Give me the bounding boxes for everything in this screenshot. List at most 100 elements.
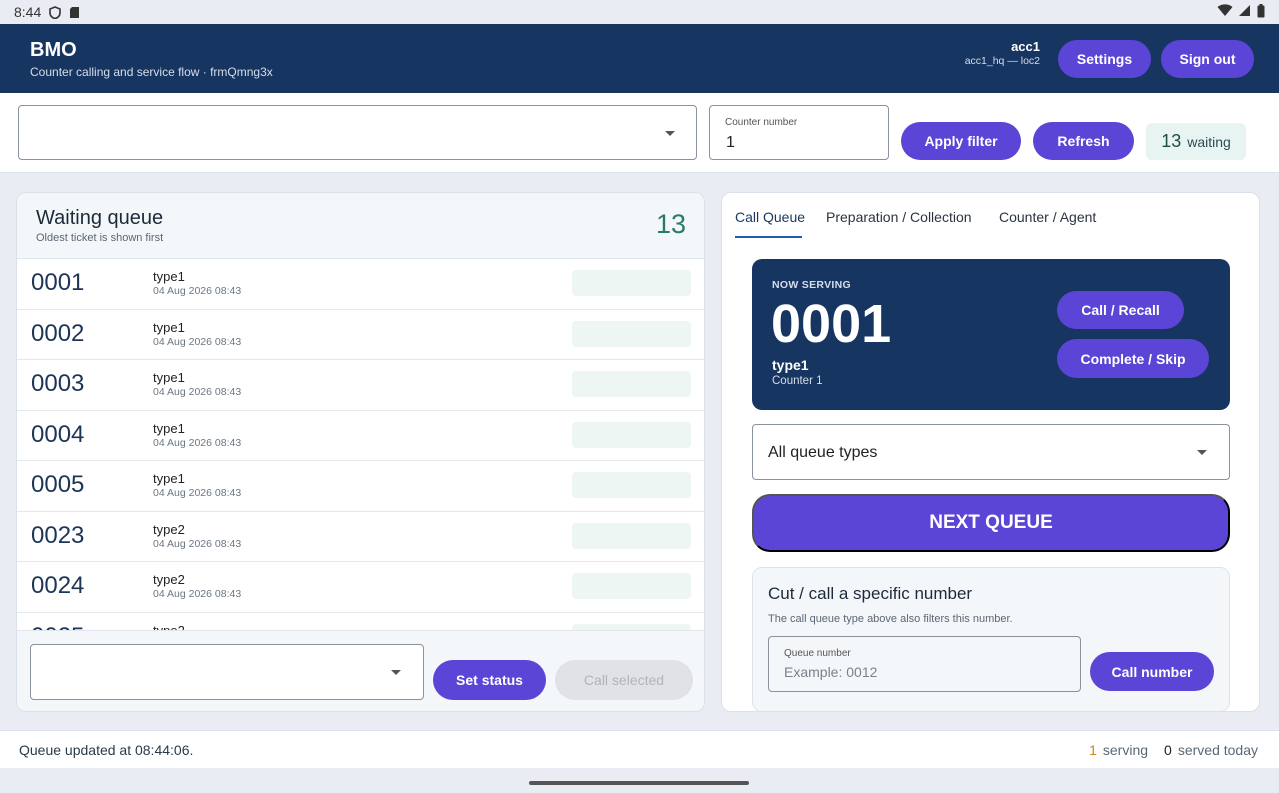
counter-number-label: Counter number [725, 117, 798, 128]
queue-row-date: 04 Aug 2026 08:43 [153, 285, 242, 297]
queue-row[interactable]: 0003 type1 04 Aug 2026 08:43 [17, 360, 704, 411]
battery-icon [1257, 3, 1265, 21]
queue-row-number: 0023 [31, 521, 85, 549]
sign-out-button[interactable]: Sign out [1161, 40, 1254, 78]
queue-row-number: 0002 [31, 319, 85, 347]
queue-row-date: 04 Aug 2026 08:43 [153, 436, 242, 449]
now-serving-number: 0001 [771, 294, 892, 354]
now-serving-type: type1 [772, 357, 809, 373]
queue-row[interactable]: 0024 type2 04 Aug 2026 08:43 [17, 562, 704, 613]
queue-row[interactable]: 0005 type1 04 Aug 2026 08:43 [17, 461, 704, 512]
queue-row[interactable]: 0002 type1 04 Aug 2026 08:43 [17, 310, 704, 360]
serving-count: 1 [1089, 742, 1097, 758]
queue-row-type: type1 [153, 420, 185, 436]
call-recall-button[interactable]: Call / Recall [1057, 291, 1184, 329]
status-select[interactable] [30, 644, 424, 700]
tab-call-queue[interactable]: Call Queue [735, 209, 805, 225]
queue-number-input[interactable] [784, 664, 1064, 680]
set-status-button[interactable]: Set status [433, 660, 546, 700]
queue-row-status-chip [572, 270, 691, 296]
queue-row-number: 0004 [31, 420, 85, 448]
tab-preparation-collection[interactable]: Preparation / Collection [826, 209, 972, 225]
queue-number-field[interactable]: Queue number [768, 636, 1081, 692]
filter-bar: Counter number 1 Apply filter Refresh 13… [0, 93, 1279, 173]
chevron-down-icon [1197, 450, 1207, 455]
waiting-count: 13 [1161, 131, 1182, 151]
clock: 8:44 [14, 4, 42, 20]
location-select[interactable] [18, 105, 697, 160]
queue-row-number: 0025 [31, 623, 84, 631]
app-header: BMO Counter calling and service flow · f… [0, 24, 1279, 93]
queue-row[interactable]: 0023 type2 04 Aug 2026 08:43 [17, 512, 704, 562]
queue-row-status-chip [572, 320, 691, 347]
queue-row-type: type2 [153, 521, 185, 537]
counter-number-field[interactable]: Counter number 1 [709, 105, 889, 160]
complete-skip-button[interactable]: Complete / Skip [1057, 339, 1209, 378]
queue-row-type: type2 [153, 622, 185, 631]
served-today-count: 0 [1164, 742, 1172, 758]
waiting-queue-subtitle: Oldest ticket is shown first [36, 232, 164, 244]
queue-row-date: 04 Aug 2026 08:43 [153, 588, 242, 600]
now-serving-counter: Counter 1 [772, 375, 823, 387]
queue-row-type: type1 [153, 269, 185, 284]
cut-call-section: Cut / call a specific number The call qu… [752, 567, 1230, 711]
queue-type-select-value: All queue types [768, 444, 878, 461]
service-stats: 1 serving 0 served today [1089, 742, 1258, 758]
waiting-queue-title: Waiting queue [36, 207, 164, 229]
system-status-bar: 8:44 [0, 0, 1279, 24]
queue-row-date: 04 Aug 2026 08:43 [153, 487, 242, 499]
app-title: BMO [30, 39, 77, 61]
queue-row-number: 0003 [31, 370, 85, 397]
gesture-nav-handle[interactable] [529, 781, 749, 785]
queue-row-number: 0001 [31, 269, 85, 296]
queue-row-date: 04 Aug 2026 08:43 [153, 386, 242, 398]
shield-icon [49, 5, 62, 19]
queue-row-status-chip [572, 371, 691, 397]
waiting-queue-header: Waiting queue Oldest ticket is shown fir… [17, 193, 704, 259]
queue-row-type: type1 [153, 471, 185, 486]
chevron-down-icon [665, 131, 675, 136]
serving-label: serving [1102, 742, 1149, 758]
queue-row-status-chip [572, 522, 691, 549]
refresh-button[interactable]: Refresh [1033, 122, 1134, 160]
waiting-queue-panel: Waiting queue Oldest ticket is shown fir… [16, 192, 705, 712]
queue-type-select[interactable]: All queue types [752, 424, 1230, 480]
tab-bar: Call Queue Preparation / Collection Coun… [722, 193, 1259, 241]
waiting-count-badge: 13 waiting [1146, 123, 1246, 160]
cut-call-note: The call queue type above also filters t… [768, 613, 1013, 625]
tab-counter-agent[interactable]: Counter / Agent [999, 209, 1096, 225]
queue-row-number: 0005 [31, 471, 85, 498]
queue-row-type: type1 [153, 370, 185, 385]
queue-row[interactable]: 0001 type1 04 Aug 2026 08:43 [17, 259, 704, 310]
cut-call-title: Cut / call a specific number [768, 584, 973, 603]
call-selected-button[interactable]: Call selected [555, 660, 693, 700]
queue-updated-message: Queue updated at 08:44:06. [19, 742, 194, 758]
account-name: acc1 [1011, 39, 1040, 54]
chevron-down-icon [391, 670, 401, 675]
queue-row-status-chip [572, 472, 691, 498]
app-subtitle: Counter calling and service flow · frmQm… [30, 65, 273, 79]
apply-filter-button[interactable]: Apply filter [901, 122, 1021, 160]
queue-row-date: 04 Aug 2026 08:43 [153, 335, 242, 348]
call-number-button[interactable]: Call number [1090, 652, 1214, 691]
sd-card-icon [69, 6, 81, 19]
signal-icon [1239, 4, 1251, 20]
queue-row[interactable]: 0004 type1 04 Aug 2026 08:43 [17, 411, 704, 461]
waiting-queue-list[interactable]: 0001 type1 04 Aug 2026 08:43 0002 type1 04 Au… [17, 259, 704, 630]
queue-row-type: type1 [153, 319, 185, 335]
active-tab-indicator [735, 236, 802, 238]
call-panel: Call Queue Preparation / Collection Coun… [721, 192, 1260, 712]
queue-row[interactable]: 0025 type2 [17, 613, 704, 631]
queue-row-status-chip [572, 421, 691, 448]
waiting-queue-count: 13 [655, 209, 686, 239]
queue-number-label: Queue number [784, 648, 851, 659]
now-serving-card: NOW SERVING 0001 type1 Counter 1 Call / … [752, 259, 1230, 410]
settings-button[interactable]: Settings [1058, 40, 1151, 78]
wifi-icon [1217, 4, 1233, 20]
queue-row-number: 0024 [31, 572, 85, 599]
now-serving-label: NOW SERVING [772, 279, 851, 291]
next-queue-button[interactable]: NEXT QUEUE [752, 494, 1230, 552]
queue-row-date: 04 Aug 2026 08:43 [153, 537, 242, 550]
waiting-queue-actions: Set status Call selected [17, 630, 704, 711]
counter-number-value: 1 [726, 134, 735, 151]
